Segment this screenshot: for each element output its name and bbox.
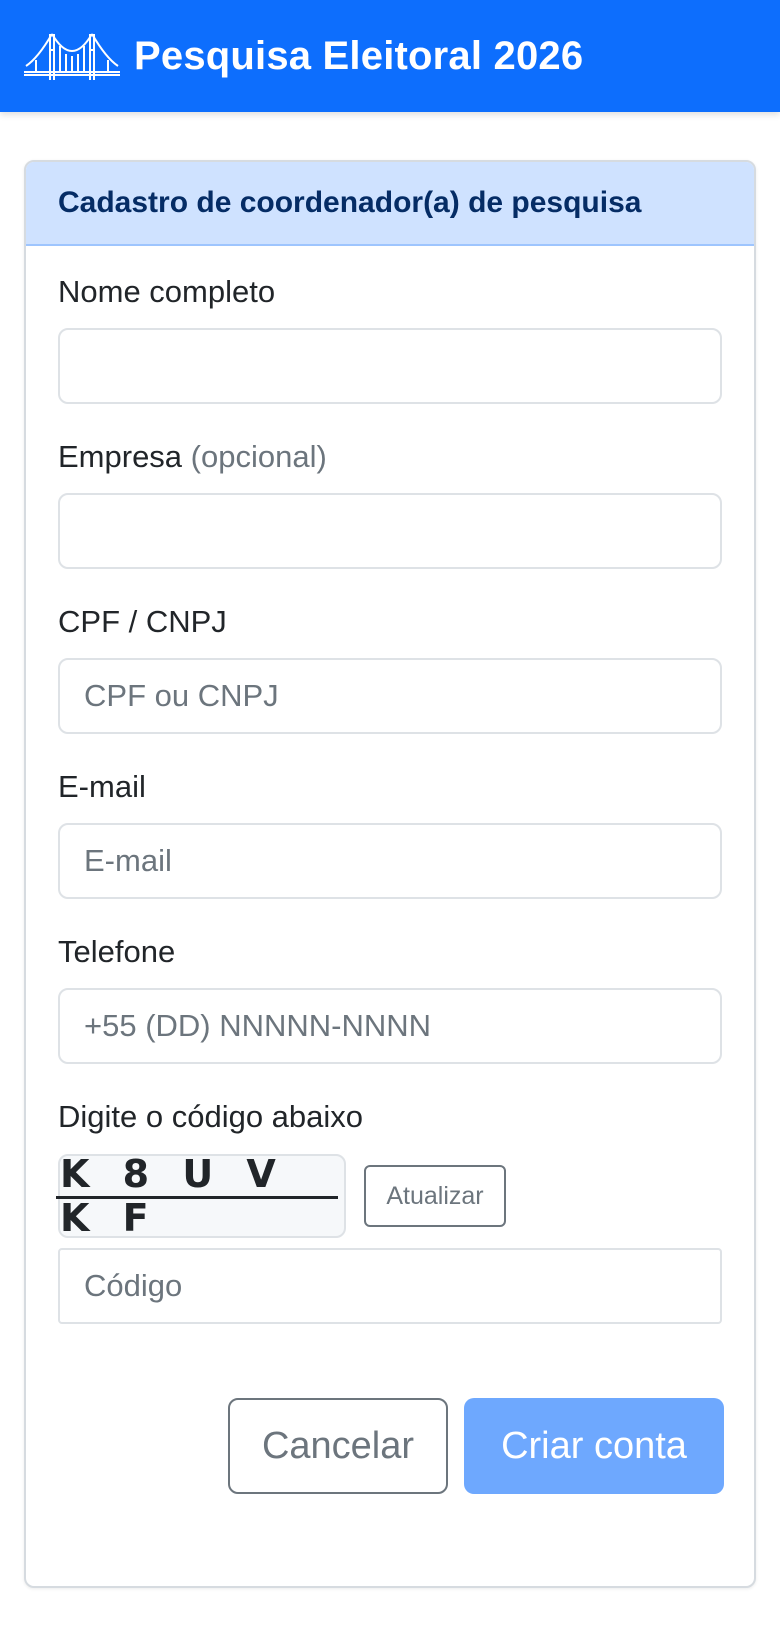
company-field[interactable] bbox=[58, 493, 722, 569]
name-label: Nome completo bbox=[58, 274, 276, 309]
bridge-icon bbox=[24, 33, 120, 80]
signup-card: Cadastro de coordenador(a) de pesquisa N… bbox=[24, 160, 756, 1588]
card-header: Cadastro de coordenador(a) de pesquisa bbox=[26, 162, 754, 246]
cancel-button[interactable]: Cancelar bbox=[228, 1398, 448, 1494]
email-field[interactable] bbox=[58, 823, 722, 899]
company-label-text: Empresa bbox=[58, 439, 183, 474]
phone-label: Telefone bbox=[58, 934, 176, 969]
captcha-image: K 8 U V K F bbox=[56, 1152, 346, 1240]
document-label: CPF / CNPJ bbox=[58, 604, 227, 639]
document-field[interactable] bbox=[58, 658, 722, 734]
create-account-button[interactable]: Criar conta bbox=[464, 1398, 724, 1494]
company-label: Empresa (opcional) bbox=[58, 439, 327, 475]
app-title[interactable]: Pesquisa Eleitoral 2026 bbox=[134, 34, 583, 79]
phone-field[interactable] bbox=[58, 988, 722, 1064]
name-field[interactable] bbox=[58, 328, 722, 404]
captcha-strike-line bbox=[56, 1196, 338, 1199]
captcha-input[interactable] bbox=[58, 1248, 722, 1324]
refresh-captcha-button[interactable]: Atualizar bbox=[364, 1165, 506, 1227]
card-title: Cadastro de coordenador(a) de pesquisa bbox=[58, 186, 642, 219]
captcha-label: Digite o código abaixo bbox=[58, 1099, 364, 1134]
top-navbar: Pesquisa Eleitoral 2026 bbox=[0, 0, 780, 112]
captcha-code: K 8 U V K F bbox=[56, 1152, 344, 1240]
email-label: E-mail bbox=[58, 769, 146, 804]
optional-hint: (opcional) bbox=[190, 439, 327, 474]
